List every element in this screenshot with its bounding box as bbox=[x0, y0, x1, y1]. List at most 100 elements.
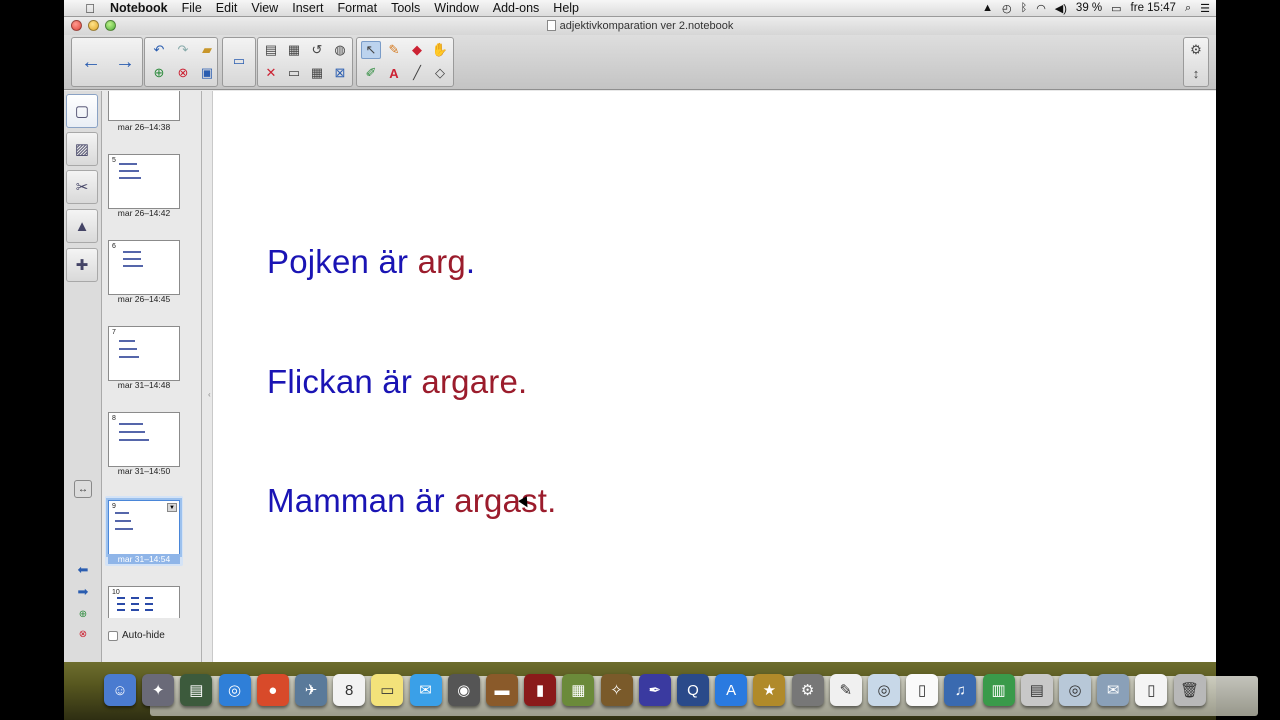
facetime-icon[interactable]: ◉ bbox=[447, 674, 480, 706]
sentence-2[interactable]: Flickan är argare. bbox=[267, 363, 527, 401]
spotlight-icon[interactable]: ⌕ bbox=[1185, 2, 1191, 15]
garageband-icon[interactable]: ✧ bbox=[600, 674, 633, 706]
save-icon[interactable]: ▣ bbox=[197, 64, 217, 82]
photos-icon[interactable]: ✉ bbox=[1097, 674, 1130, 706]
pen-app-icon[interactable]: ✒ bbox=[638, 674, 671, 706]
next-page-icon[interactable]: ➡ bbox=[74, 583, 92, 601]
itunes-icon[interactable]: ♫ bbox=[944, 674, 977, 706]
battery-icon[interactable]: ▭ bbox=[1111, 2, 1121, 15]
page-thumbnail[interactable] bbox=[108, 91, 180, 121]
clear-page-icon[interactable]: ↺ bbox=[307, 41, 327, 59]
sentence-1[interactable]: Pojken är arg. bbox=[267, 243, 475, 281]
open-folder-icon[interactable]: ▰ bbox=[197, 41, 217, 59]
menu-addons[interactable]: Add-ons bbox=[486, 1, 547, 15]
page-thumbnail[interactable]: 6 bbox=[108, 240, 180, 295]
chrome-icon[interactable]: ● bbox=[256, 674, 289, 706]
select-icon[interactable]: ↖ bbox=[361, 41, 381, 59]
page-menu-arrow-icon[interactable]: ▼ bbox=[167, 503, 177, 512]
auto-hide-checkbox[interactable] bbox=[108, 630, 118, 641]
finder-icon[interactable]: ☺ bbox=[104, 674, 136, 706]
menu-window[interactable]: Window bbox=[427, 1, 485, 15]
properties-icon[interactable]: ▲ bbox=[66, 209, 98, 243]
quicktime-icon[interactable]: Q bbox=[677, 674, 709, 706]
pen-icon[interactable]: ✎ bbox=[384, 41, 404, 59]
stickies-icon[interactable]: ▭ bbox=[371, 674, 404, 706]
addons-icon[interactable]: ✚ bbox=[66, 248, 98, 282]
keynote-icon[interactable]: ▬ bbox=[486, 674, 518, 706]
magic-pen-icon[interactable]: ✋ bbox=[430, 41, 450, 59]
page-sorter-icon[interactable]: ▢ bbox=[66, 94, 98, 128]
trash-icon[interactable]: 🗑 bbox=[1173, 674, 1206, 706]
photo-booth-icon[interactable]: ▮ bbox=[524, 674, 557, 706]
add-page-icon[interactable]: ⊕ bbox=[74, 605, 92, 623]
back-arrow-icon[interactable]: ← bbox=[76, 40, 106, 84]
delete-icon[interactable]: ✕ bbox=[261, 64, 281, 82]
screen-display-icon[interactable]: ▭ bbox=[229, 52, 249, 70]
time-machine-icon[interactable]: ◴ bbox=[1002, 2, 1012, 15]
move-toolbar-icon[interactable]: ↕ bbox=[1186, 64, 1206, 82]
swap-side-icon[interactable]: ↔ bbox=[74, 480, 92, 498]
redo-icon[interactable]: ↷ bbox=[173, 41, 193, 59]
page-thumbnail[interactable]: 5 bbox=[108, 154, 180, 209]
document-icon[interactable]: ▯ bbox=[906, 674, 939, 706]
undo-icon[interactable]: ↶ bbox=[149, 41, 169, 59]
clock[interactable]: fre 15:47 bbox=[1131, 2, 1176, 14]
menu-format[interactable]: Format bbox=[330, 1, 384, 15]
sentence-3[interactable]: Mamman är argast. bbox=[267, 482, 557, 520]
dvd-icon[interactable]: ◎ bbox=[868, 674, 900, 706]
page-thumbnail-selected[interactable]: 9 ▼ bbox=[108, 500, 180, 555]
creative-pen-icon[interactable]: ✐ bbox=[361, 64, 381, 82]
menu-tools[interactable]: Tools bbox=[384, 1, 427, 15]
menu-insert[interactable]: Insert bbox=[285, 1, 330, 15]
drive-icon[interactable]: ▲ bbox=[982, 2, 993, 14]
menu-file[interactable]: File bbox=[175, 1, 209, 15]
resize-handle-icon[interactable]: ‹ bbox=[208, 390, 211, 399]
numbers-icon[interactable]: ▥ bbox=[982, 674, 1015, 706]
disk-utility-icon[interactable]: ◎ bbox=[1059, 674, 1091, 706]
bluetooth-icon[interactable]: ᛒ bbox=[1021, 2, 1028, 14]
internet-icon[interactable]: ◍ bbox=[330, 41, 350, 59]
apple-menu-icon[interactable]:  bbox=[80, 1, 100, 16]
battery-percent[interactable]: 39 % bbox=[1076, 2, 1102, 14]
blank-page-icon[interactable]: ⊕ bbox=[149, 64, 169, 82]
line-icon[interactable]: ╱ bbox=[407, 64, 427, 82]
fill-icon[interactable]: ◇ bbox=[430, 64, 450, 82]
app-store-icon[interactable]: A bbox=[715, 674, 748, 706]
menu-edit[interactable]: Edit bbox=[209, 1, 245, 15]
text-icon[interactable]: A bbox=[384, 64, 404, 82]
messages-icon[interactable]: ✉ bbox=[409, 674, 442, 706]
delete-page-icon[interactable]: ⊗ bbox=[173, 64, 193, 82]
page-thumbnail[interactable]: 8 bbox=[108, 412, 180, 467]
calendar-icon[interactable]: 8 bbox=[333, 674, 366, 706]
textedit-icon[interactable]: ✎ bbox=[829, 674, 862, 706]
settings-gear-icon[interactable]: ⚙ bbox=[1186, 41, 1206, 59]
volume-icon[interactable]: ◀) bbox=[1055, 2, 1067, 15]
wifi-icon[interactable]: ◠ bbox=[1036, 2, 1046, 15]
gallery-icon[interactable]: ▨ bbox=[66, 132, 98, 166]
previous-page-icon[interactable]: ⬅ bbox=[74, 561, 92, 579]
system-utility-icon[interactable]: ▤ bbox=[180, 674, 213, 706]
iphoto-icon[interactable]: ▦ bbox=[562, 674, 595, 706]
file-icon[interactable]: ▯ bbox=[1135, 674, 1168, 706]
table-icon[interactable]: ▦ bbox=[307, 64, 327, 82]
menu-help[interactable]: Help bbox=[546, 1, 586, 15]
page-canvas[interactable]: Pojken är arg. Flickan är argare. Mamman… bbox=[212, 91, 1216, 662]
printer-icon[interactable]: ▤ bbox=[1020, 674, 1053, 706]
system-preferences-icon[interactable]: ⚙ bbox=[791, 674, 824, 706]
imovie-icon[interactable]: ★ bbox=[753, 674, 786, 706]
preview-icon[interactable]: ✈ bbox=[295, 674, 327, 706]
page-thumbnail[interactable]: 10 bbox=[108, 586, 180, 618]
forward-arrow-icon[interactable]: → bbox=[110, 40, 140, 84]
screen-capture-icon[interactable]: ▦ bbox=[284, 41, 304, 59]
launchpad-icon[interactable]: ✦ bbox=[142, 674, 175, 706]
clear-ink-icon[interactable]: ⊠ bbox=[330, 64, 350, 82]
menu-notebook[interactable]: Notebook bbox=[100, 1, 175, 15]
eraser-icon[interactable]: ◆ bbox=[407, 41, 427, 59]
safari-icon[interactable]: ◎ bbox=[218, 674, 251, 706]
remove-page-icon[interactable]: ⊗ bbox=[74, 625, 92, 643]
attachments-icon[interactable]: ✂ bbox=[66, 170, 98, 204]
auto-hide-option[interactable]: Auto-hide bbox=[108, 630, 165, 641]
menu-view[interactable]: View bbox=[244, 1, 285, 15]
page-thumbnail[interactable]: 7 bbox=[108, 326, 180, 381]
notification-list-icon[interactable]: ☰ bbox=[1200, 2, 1210, 15]
